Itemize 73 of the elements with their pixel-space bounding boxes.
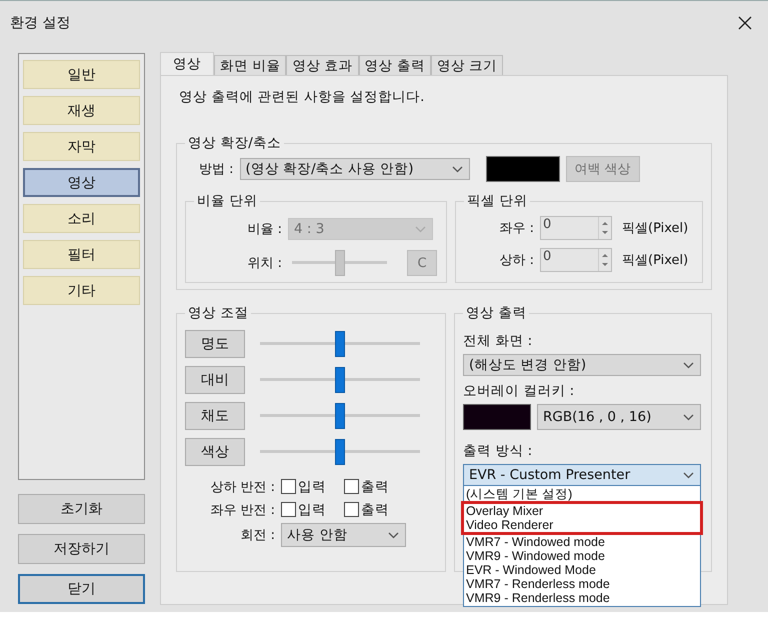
dropdown-option[interactable]: VMR7 - Renderless mode (466, 577, 698, 591)
group-title: 영상 출력 (465, 304, 528, 322)
number-field[interactable]: 0 (540, 248, 612, 272)
dropdown-option[interactable]: Video Renderer (461, 518, 703, 535)
slider-thumb[interactable] (335, 367, 345, 393)
sidebar-item[interactable]: 영상 (23, 168, 140, 197)
colorkey-dropdown[interactable]: RGB(16 , 0 , 16) (537, 404, 701, 430)
rotation-dropdown[interactable]: 사용 안함 (281, 523, 406, 547)
tab[interactable]: 영상 출력 (358, 55, 431, 75)
field-label: 상하 : (498, 252, 534, 269)
tab[interactable]: 영상 (160, 52, 214, 75)
color-swatch[interactable] (463, 404, 531, 430)
adjust-button[interactable]: 채도 (185, 402, 245, 430)
tab[interactable]: 영상 효과 (286, 55, 359, 75)
group-title: 비율 단위 (196, 192, 258, 210)
chevron-icon (683, 362, 694, 368)
adjust-button[interactable]: 대비 (185, 366, 245, 394)
field-label: 위치 : (246, 255, 282, 272)
color-swatch[interactable] (486, 156, 560, 182)
dropdown-option[interactable]: VMR9 - Renderless mode (466, 591, 698, 605)
sidebar-item[interactable]: 소리 (23, 204, 140, 233)
sidebar-button[interactable]: 닫기 (18, 574, 145, 604)
number-field[interactable]: 0 (540, 216, 612, 240)
sidebar-item[interactable]: 기타 (23, 276, 140, 305)
group-title: 영상 확장/축소 (187, 134, 282, 152)
slider-thumb[interactable] (335, 331, 345, 357)
checkbox[interactable]: 출력 (344, 500, 389, 518)
chevron-icon (683, 472, 694, 478)
close-icon[interactable] (738, 16, 752, 30)
checkbox[interactable]: 입력 (281, 478, 326, 496)
unit-label: 픽셀(Pixel) (622, 220, 688, 237)
tab[interactable]: 영상 크기 (430, 55, 504, 75)
chevron-icon (415, 226, 426, 232)
sidebar-item[interactable]: 자막 (23, 132, 140, 161)
field-label: 좌우 반전 : (209, 502, 275, 518)
spinner-icon (598, 249, 611, 271)
field-label: 좌우 : (498, 220, 534, 237)
field-label: 비율 : (246, 221, 282, 238)
field-label: 출력 방식 : (463, 442, 534, 460)
tab[interactable]: 화면 비율 (214, 55, 286, 75)
field-label: 전체 화면 : (463, 332, 534, 350)
field-label: 방법 : (199, 161, 234, 178)
dropdown-option[interactable]: (시스템 기본 설정) (466, 487, 698, 501)
description-text: 영상 출력에 관련된 사항을 설정합니다. (179, 88, 426, 106)
fullscreen-dropdown[interactable]: (해상도 변경 안함) (463, 354, 701, 376)
unit-label: 픽셀(Pixel) (622, 252, 688, 269)
chevron-icon (683, 414, 694, 420)
checkbox[interactable]: 입력 (281, 500, 326, 518)
slider-thumb[interactable] (335, 439, 345, 465)
window-title: 환경 설정 (10, 14, 70, 32)
dropdown-option[interactable]: Overlay Mixer (461, 501, 703, 518)
chevron-icon (388, 532, 399, 538)
field-label: 상하 반전 : (209, 478, 275, 496)
slider-thumb[interactable] (335, 403, 345, 429)
sidebar-button[interactable]: 저장하기 (18, 534, 145, 564)
checkbox[interactable]: 출력 (344, 478, 389, 496)
group-title: 영상 조절 (187, 304, 250, 322)
chevron-icon (452, 166, 463, 172)
group-title: 픽셀 단위 (466, 192, 528, 210)
sidebar-item[interactable]: 필터 (23, 240, 140, 269)
output-method-dropdown[interactable]: EVR - Custom Presenter (463, 464, 701, 486)
adjust-button[interactable]: 색상 (185, 438, 245, 466)
dropdown-option[interactable]: VMR9 - Windowed mode (466, 549, 698, 563)
method-dropdown[interactable]: (영상 확장/축소 사용 안함) (240, 158, 470, 180)
sidebar-item[interactable]: 일반 (23, 60, 140, 89)
dropdown-option[interactable]: EVR - Windowed Mode (466, 563, 698, 577)
adjust-button[interactable]: 명도 (185, 330, 245, 358)
sidebar-item[interactable]: 재생 (23, 96, 140, 125)
spinner-icon (598, 217, 611, 239)
field-label: 오버레이 컬러키 : (463, 382, 576, 400)
dropdown-option[interactable]: VMR7 - Windowed mode (466, 535, 698, 549)
field-label: 회전 : (239, 527, 275, 544)
sidebar-button[interactable]: 초기화 (18, 494, 145, 524)
